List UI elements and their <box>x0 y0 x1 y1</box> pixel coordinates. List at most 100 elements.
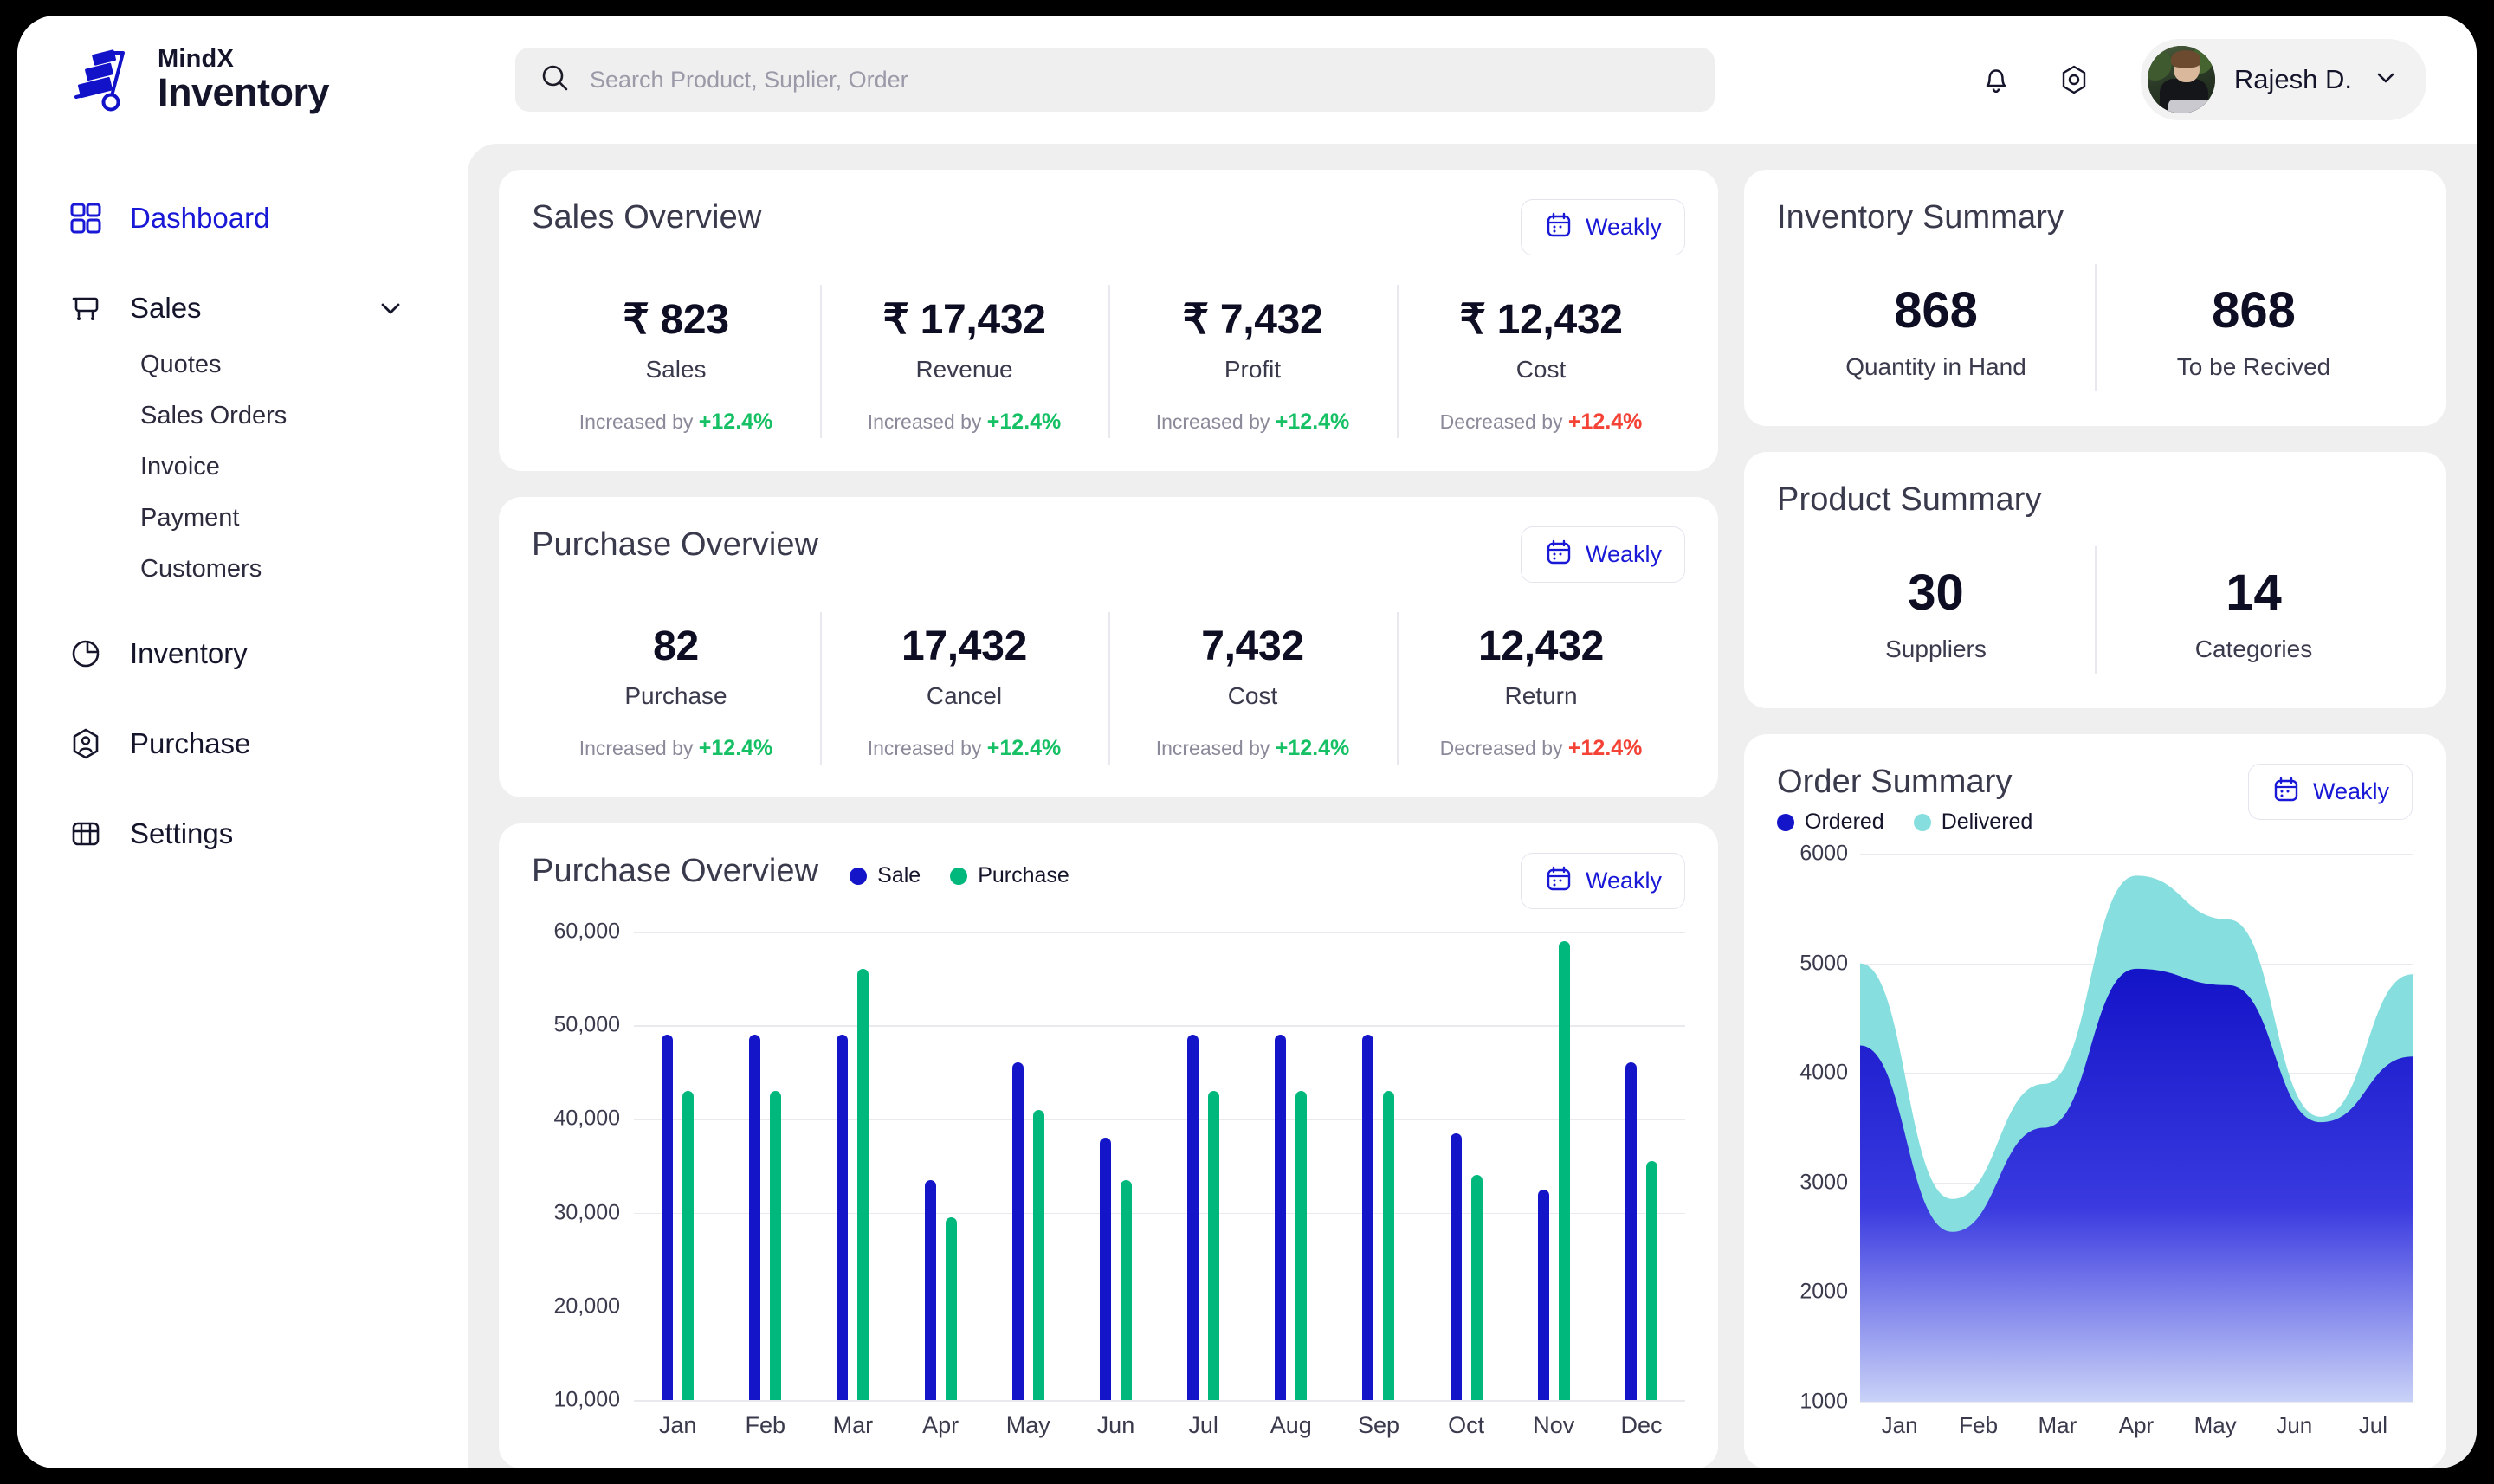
delta-prefix: Decreased by <box>1439 410 1563 433</box>
stat-delta: Increased by +12.4% <box>540 410 811 435</box>
bar-sale <box>1362 1035 1374 1400</box>
sidebar-item-inventory[interactable]: Inventory <box>17 623 468 685</box>
sidebar-subitem-payment[interactable]: Payment <box>140 493 468 544</box>
inventory-summary-card: Inventory Summary 868 Quantity in Hand 8… <box>1744 170 2446 426</box>
sidebar-subitem-quotes[interactable]: Quotes <box>140 339 468 390</box>
card-title: Inventory Summary <box>1777 199 2064 236</box>
sidebar-item-sales[interactable]: Sales <box>17 277 468 339</box>
chevron-down-icon[interactable] <box>374 292 407 325</box>
x-axis-tick: Dec <box>1620 1412 1663 1438</box>
right-column: Inventory Summary 868 Quantity in Hand 8… <box>1744 170 2446 1468</box>
bar-sale <box>1187 1035 1199 1400</box>
x-axis-tick: Jun <box>1096 1412 1135 1438</box>
grid-box-icon <box>68 816 104 852</box>
legend-item-sale: Sale <box>850 863 921 888</box>
sidebar-item-settings[interactable]: Settings <box>17 803 468 865</box>
product-summary-card: Product Summary 30 Suppliers 14 Categori… <box>1744 452 2446 708</box>
legend-swatch <box>1913 813 1931 831</box>
x-axis-tick: Jun <box>2276 1412 2313 1438</box>
bar-chart-plot-area: 60,000 50,000 40,000 30,000 20,000 10,000 <box>532 919 1685 1412</box>
brand-logo-area[interactable]: MindX Inventory <box>69 43 468 116</box>
bar-purchase <box>1645 1161 1657 1400</box>
bar-purchase <box>945 1217 957 1400</box>
bar-group <box>634 932 721 1400</box>
search-box[interactable] <box>515 48 1715 112</box>
bar-group <box>1423 932 1510 1400</box>
chevron-down-icon <box>2371 63 2400 97</box>
stat-value: ₹ 7,432 <box>1182 297 1323 343</box>
delta-prefix: Increased by <box>578 737 694 759</box>
delta-prefix: Decreased by <box>1439 737 1563 759</box>
sidebar-item-label: Settings <box>130 817 234 849</box>
y-axis-tick: 1000 <box>1799 1389 1848 1414</box>
legend-swatch <box>1777 813 1794 831</box>
left-column: Sales Overview Weakly ₹ 823 Sales Increa… <box>499 170 1718 1468</box>
y-axis-tick: 5000 <box>1799 951 1848 976</box>
legend-item-purchase: Purchase <box>950 863 1069 888</box>
x-axis-tick: Jan <box>658 1412 697 1438</box>
y-axis-tick: 3000 <box>1799 1170 1848 1195</box>
area-chart-x-axis: Jan Feb Mar Apr May Jun Jul <box>1860 1412 2413 1439</box>
x-axis-tick: May <box>1005 1412 1050 1438</box>
header-actions: Rajesh D. <box>1976 39 2442 120</box>
stat-label: Profit <box>1224 356 1282 383</box>
stat-cost: ₹ 12,432 Cost Decreased by +12.4% <box>1397 281 1685 442</box>
purchase-overview-bar-chart-card: Purchase Overview Sale Purchase Weakly 6… <box>499 823 1718 1468</box>
period-selector-button[interactable]: Weakly <box>1520 853 1685 909</box>
stat-label: Sales <box>645 356 707 383</box>
x-axis-tick: Jul <box>1188 1412 1218 1438</box>
sales-overview-card: Sales Overview Weakly ₹ 823 Sales Increa… <box>499 170 1718 471</box>
summary-categories: 14 Categories <box>2095 546 2413 674</box>
legend-label: Sale <box>877 863 921 887</box>
x-axis-tick: Oct <box>1448 1412 1485 1438</box>
gridline <box>634 1400 1685 1402</box>
purchase-stats-row: 82 Purchase Increased by +12.4% 17,432 C… <box>532 609 1685 768</box>
y-axis-tick: 30,000 <box>553 1200 620 1225</box>
stat-label: Cost <box>1515 356 1567 383</box>
y-axis-tick: 2000 <box>1799 1279 1848 1304</box>
stat-label: Revenue <box>915 356 1013 383</box>
bar-sale <box>1625 1062 1637 1400</box>
calendar-icon <box>1544 210 1573 244</box>
period-selector-button[interactable]: Weakly <box>1520 199 1685 255</box>
y-axis-tick: 4000 <box>1799 1060 1848 1085</box>
stat-value: ₹ 17,432 <box>882 297 1046 343</box>
pie-chart-icon <box>68 636 104 672</box>
card-title: Product Summary <box>1777 481 2042 518</box>
bar-sale <box>1537 1189 1549 1400</box>
period-selector-button[interactable]: Weakly <box>1520 526 1685 583</box>
period-label: Weakly <box>1585 868 1662 894</box>
user-menu[interactable]: Rajesh D. <box>2140 39 2426 120</box>
x-axis-tick: Aug <box>1270 1412 1312 1438</box>
page-title: Sales Overview <box>532 199 762 236</box>
y-axis-tick: 50,000 <box>553 1012 620 1037</box>
legend-swatch <box>850 867 868 885</box>
summary-label: Quantity in Hand <box>1845 353 2026 380</box>
delta-value: +12.4% <box>986 736 1062 760</box>
summary-quantity-in-hand: 868 Quantity in Hand <box>1777 276 2095 383</box>
delta-value: +12.4% <box>1275 410 1350 434</box>
sidebar-subitem-sales-orders[interactable]: Sales Orders <box>140 390 468 442</box>
bar-purchase <box>1120 1179 1132 1400</box>
delta-prefix: Increased by <box>1155 737 1270 759</box>
x-axis-tick: Sep <box>1357 1412 1399 1438</box>
area-series-container <box>1860 875 2413 1402</box>
notification-bell-icon[interactable] <box>1976 60 2016 100</box>
sidebar-item-dashboard[interactable]: Dashboard <box>17 187 468 249</box>
bar-group <box>985 932 1072 1400</box>
period-selector-button[interactable]: Weakly <box>2247 764 2413 820</box>
delta-prefix: Increased by <box>1155 410 1270 433</box>
sidebar-subitem-customers[interactable]: Customers <box>140 544 468 595</box>
bar-purchase <box>1383 1090 1395 1400</box>
sidebar-subitem-invoice[interactable]: Invoice <box>140 442 468 493</box>
search-input[interactable] <box>590 66 1690 94</box>
delta-prefix: Increased by <box>867 410 982 433</box>
stat-label: Return <box>1504 682 1578 709</box>
period-label: Weakly <box>1585 541 1662 567</box>
summary-suppliers: 30 Suppliers <box>1777 558 2095 665</box>
period-label: Weakly <box>1585 214 1662 240</box>
grid-icon <box>68 200 104 236</box>
gear-icon[interactable] <box>2054 60 2094 100</box>
user-name: Rajesh D. <box>2233 64 2352 94</box>
sidebar-item-purchase[interactable]: Purchase <box>17 713 468 775</box>
